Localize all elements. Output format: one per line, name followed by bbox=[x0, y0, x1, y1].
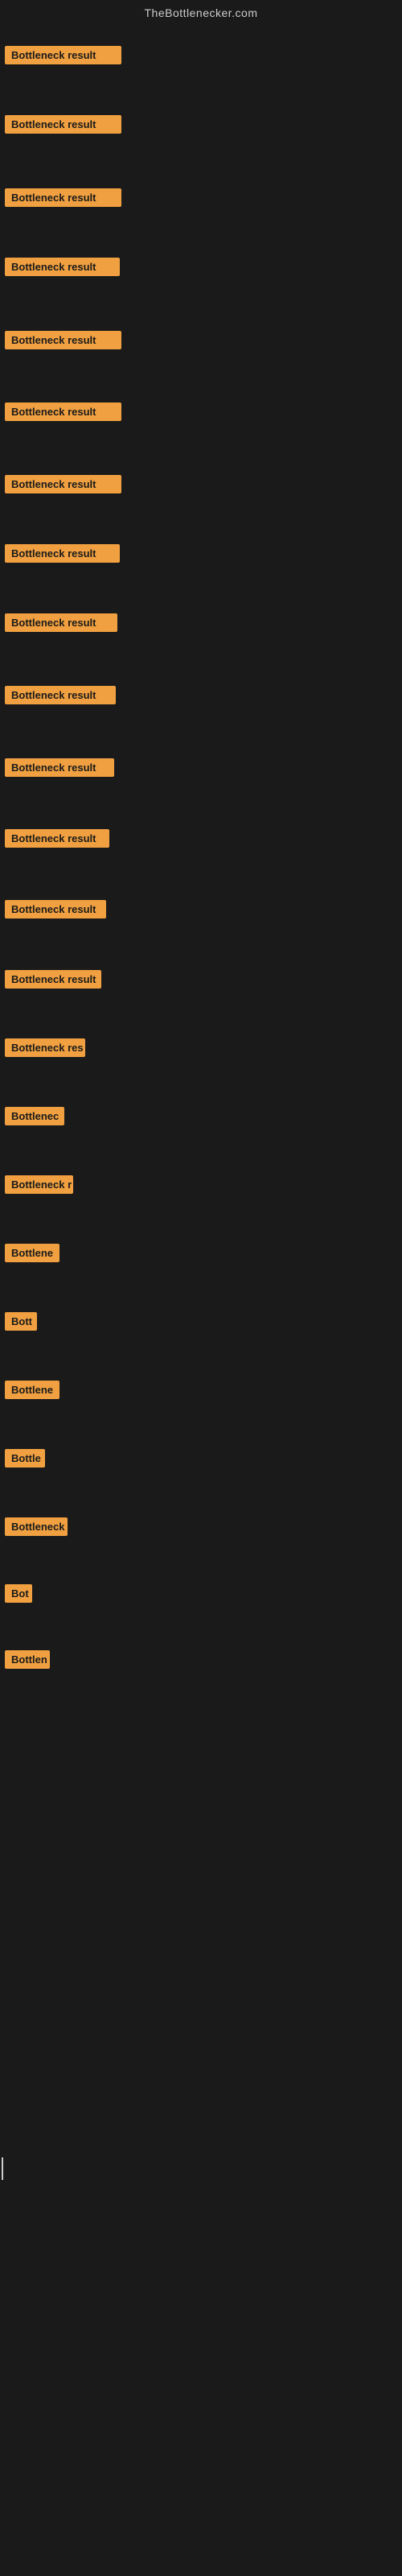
bottleneck-row[interactable]: Bottleneck result bbox=[0, 46, 125, 66]
bottleneck-badge[interactable]: Bottleneck result bbox=[5, 115, 121, 134]
bottleneck-badge[interactable]: Bottleneck res bbox=[5, 1038, 85, 1057]
bottleneck-badge[interactable]: Bottlene bbox=[5, 1244, 59, 1262]
bottleneck-badge[interactable]: Bottlene bbox=[5, 1381, 59, 1399]
bottleneck-badge[interactable]: Bottleneck r bbox=[5, 1175, 73, 1194]
bottleneck-badge[interactable]: Bottleneck result bbox=[5, 188, 121, 207]
bottleneck-badge[interactable]: Bottleneck result bbox=[5, 544, 120, 563]
bottleneck-row[interactable]: Bottle bbox=[0, 1449, 48, 1469]
bottleneck-row[interactable]: Bottleneck result bbox=[0, 331, 125, 351]
bottleneck-row[interactable]: Bottleneck result bbox=[0, 544, 123, 564]
bottleneck-badge[interactable]: Bottleneck result bbox=[5, 970, 101, 989]
bottleneck-row[interactable]: Bott bbox=[0, 1312, 40, 1332]
bottleneck-row[interactable]: Bottleneck result bbox=[0, 613, 121, 634]
bottleneck-badge[interactable]: Bottleneck result bbox=[5, 402, 121, 421]
bottleneck-row[interactable]: Bottlene bbox=[0, 1244, 63, 1264]
bottleneck-row[interactable]: Bottleneck result bbox=[0, 686, 119, 706]
bottleneck-row[interactable]: Bottleneck res bbox=[0, 1038, 88, 1059]
bottleneck-badge[interactable]: Bottleneck result bbox=[5, 475, 121, 493]
bottleneck-row[interactable]: Bottleneck bbox=[0, 1517, 71, 1538]
bottleneck-row[interactable]: Bottleneck result bbox=[0, 115, 125, 135]
bottleneck-row[interactable]: Bottlen bbox=[0, 1650, 53, 1670]
bottleneck-badge[interactable]: Bottleneck result bbox=[5, 258, 120, 276]
bottleneck-row[interactable]: Bottlene bbox=[0, 1381, 63, 1401]
bottleneck-badge[interactable]: Bot bbox=[5, 1584, 32, 1603]
bottleneck-row[interactable]: Bottleneck result bbox=[0, 188, 125, 208]
bottleneck-badge[interactable]: Bottle bbox=[5, 1449, 45, 1468]
bottleneck-row[interactable]: Bottleneck result bbox=[0, 758, 117, 778]
bottleneck-row[interactable]: Bottleneck result bbox=[0, 402, 125, 423]
cursor-indicator bbox=[2, 2157, 3, 2180]
bottleneck-row[interactable]: Bottleneck result bbox=[0, 258, 123, 278]
bottleneck-row[interactable]: Bottlenec bbox=[0, 1107, 68, 1127]
bottleneck-row[interactable]: Bottleneck result bbox=[0, 475, 125, 495]
bottleneck-badge[interactable]: Bottleneck result bbox=[5, 829, 109, 848]
bottleneck-row[interactable]: Bottleneck r bbox=[0, 1175, 76, 1195]
bottleneck-badge[interactable]: Bottleneck result bbox=[5, 686, 116, 704]
bottleneck-badge[interactable]: Bottleneck result bbox=[5, 331, 121, 349]
bottleneck-row[interactable]: Bot bbox=[0, 1584, 35, 1604]
bottleneck-badge[interactable]: Bottleneck result bbox=[5, 758, 114, 777]
bottleneck-badge[interactable]: Bottlenec bbox=[5, 1107, 64, 1125]
bottleneck-row[interactable]: Bottleneck result bbox=[0, 970, 105, 990]
bottleneck-badge[interactable]: Bottleneck result bbox=[5, 900, 106, 919]
bottleneck-row[interactable]: Bottleneck result bbox=[0, 829, 113, 849]
bottleneck-badge[interactable]: Bottleneck bbox=[5, 1517, 68, 1536]
bottleneck-badge[interactable]: Bott bbox=[5, 1312, 37, 1331]
bottleneck-badge[interactable]: Bottleneck result bbox=[5, 613, 117, 632]
bottleneck-row[interactable]: Bottleneck result bbox=[0, 900, 109, 920]
bottleneck-badge[interactable]: Bottleneck result bbox=[5, 46, 121, 64]
bottleneck-badge[interactable]: Bottlen bbox=[5, 1650, 50, 1669]
site-header: TheBottlenecker.com bbox=[0, 0, 402, 23]
